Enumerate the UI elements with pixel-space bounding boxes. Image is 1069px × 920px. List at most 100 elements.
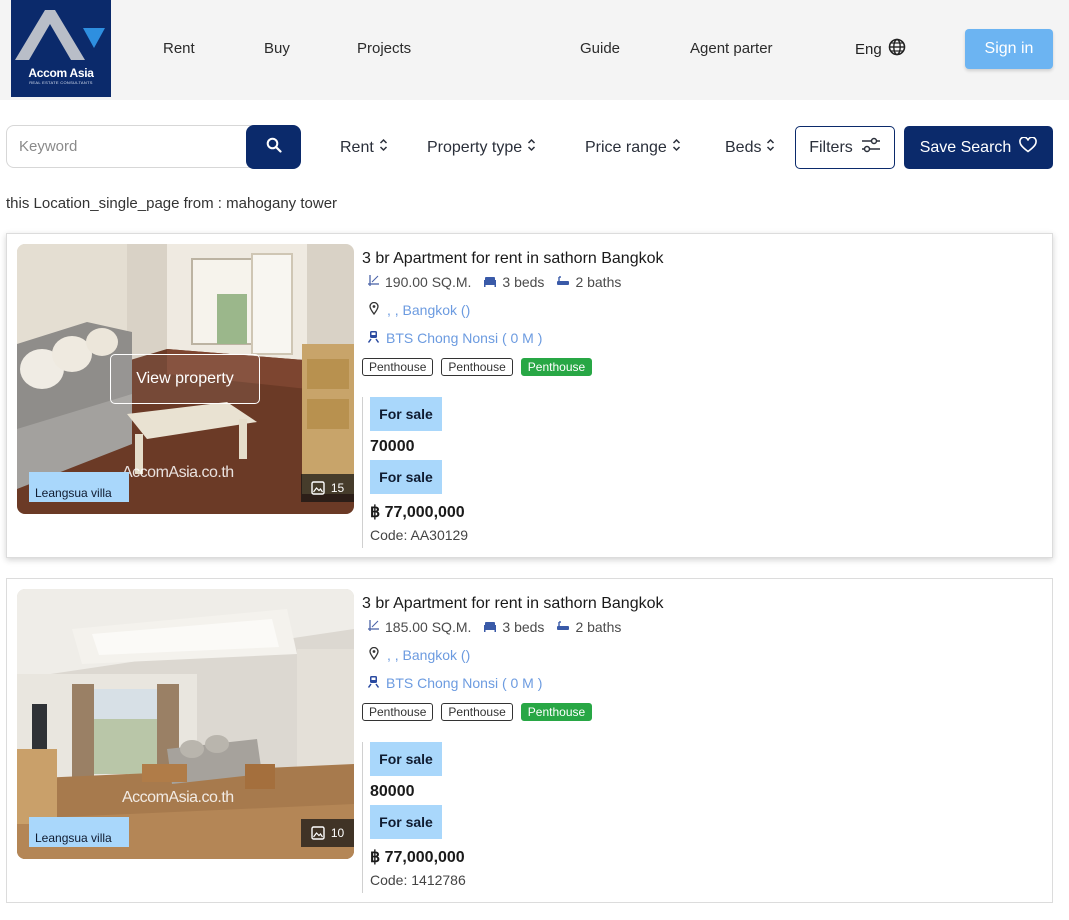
for-sale-badge: For sale — [370, 460, 442, 494]
save-search-label: Save Search — [919, 138, 1012, 156]
property-tag: Penthouse — [441, 703, 513, 721]
bed-icon — [483, 619, 497, 635]
image-icon — [311, 481, 325, 495]
for-sale-badge: For sale — [370, 397, 442, 431]
listing-location[interactable]: , , Bangkok () — [369, 301, 471, 318]
property-type-dropdown[interactable]: Property type — [427, 138, 536, 157]
listing-transit[interactable]: BTS Chong Nonsi ( 0 M ) — [367, 675, 542, 691]
rent-dropdown-label: Rent — [340, 138, 374, 156]
price-divider — [362, 397, 363, 548]
map-pin-icon — [369, 301, 379, 318]
beds-value: 3 beds — [502, 619, 545, 635]
listing-card: View property AccomAsia.co.th Leangsua v… — [6, 233, 1053, 558]
photo-count: 10 — [330, 826, 345, 840]
listing-transit[interactable]: BTS Chong Nonsi ( 0 M ) — [367, 330, 542, 346]
beds-spec: 3 beds — [483, 619, 544, 635]
listing-photo[interactable]: View property AccomAsia.co.th Leangsua v… — [17, 244, 354, 514]
watermark: AccomAsia.co.th — [122, 789, 234, 806]
sliders-icon — [861, 137, 881, 158]
image-icon — [311, 826, 325, 840]
property-tag: Penthouse — [362, 358, 434, 376]
transit-text: BTS Chong Nonsi ( 0 M ) — [386, 330, 543, 346]
area-spec: 190.00 SQ.M. — [367, 274, 471, 290]
nav-buy[interactable]: Buy — [264, 40, 290, 57]
sale-price: ฿ 77,000,000 — [370, 504, 465, 521]
nav-projects[interactable]: Projects — [357, 40, 411, 57]
logo-text: Accom Asia — [28, 66, 94, 80]
listing-code: Code: AA30129 — [370, 527, 469, 543]
for-sale-badge: For sale — [370, 742, 442, 776]
heart-icon — [1019, 136, 1038, 158]
area-value: 190.00 SQ.M. — [385, 274, 472, 290]
area-value: 185.00 SQ.M. — [385, 619, 472, 635]
baths-spec: 2 baths — [556, 619, 621, 635]
property-tag: Penthouse — [441, 358, 513, 376]
view-property-button[interactable]: View property — [110, 354, 260, 404]
search-icon — [266, 137, 282, 157]
train-icon — [367, 675, 380, 691]
nav-rent[interactable]: Rent — [163, 40, 195, 57]
property-tag-highlight: Penthouse — [520, 703, 593, 721]
listing-location[interactable]: , , Bangkok () — [369, 646, 471, 663]
area-icon — [367, 274, 380, 290]
area-spec: 185.00 SQ.M. — [367, 619, 471, 635]
photo-count-badge[interactable]: 10 — [301, 819, 354, 847]
property-tags: Penthouse Penthouse Penthouse — [362, 358, 593, 376]
keyword-search-input[interactable] — [6, 125, 256, 168]
bath-icon — [556, 619, 570, 635]
site-header: Accom Asia REAL ESTATE CONSULTANTS Rent … — [0, 0, 1069, 100]
language-label: Eng — [855, 40, 882, 58]
property-tag-highlight: Penthouse — [520, 358, 593, 376]
rent-price: 70000 — [370, 438, 415, 455]
train-icon — [367, 330, 380, 346]
price-range-label: Price range — [585, 138, 667, 156]
location-text: , , Bangkok () — [387, 302, 471, 318]
rent-price: 80000 — [370, 783, 415, 800]
listing-specs: 190.00 SQ.M. 3 beds 2 baths — [367, 274, 633, 290]
sort-chevron-icon — [527, 138, 536, 157]
listing-card: AccomAsia.co.th Leangsua villa 10 3 br A… — [6, 578, 1053, 903]
logo-subtext: REAL ESTATE CONSULTANTS — [29, 80, 93, 85]
language-selector[interactable]: Eng — [855, 38, 906, 60]
filters-label: Filters — [809, 138, 853, 156]
beds-value: 3 beds — [502, 274, 545, 290]
beds-spec: 3 beds — [483, 274, 544, 290]
photo-count: 15 — [330, 481, 345, 495]
rent-dropdown[interactable]: Rent — [340, 138, 388, 157]
price-divider — [362, 742, 363, 893]
beds-label: Beds — [725, 138, 762, 156]
nav-agent-parter[interactable]: Agent parter — [690, 40, 773, 57]
listing-specs: 185.00 SQ.M. 3 beds 2 baths — [367, 619, 633, 635]
baths-value: 2 baths — [575, 619, 622, 635]
bed-icon — [483, 274, 497, 290]
building-name-badge: Leangsua villa — [29, 472, 129, 502]
sort-chevron-icon — [379, 138, 388, 157]
nav-guide[interactable]: Guide — [580, 40, 620, 57]
building-name-badge: Leangsua villa — [29, 817, 129, 847]
baths-spec: 2 baths — [556, 274, 621, 290]
accom-asia-logo[interactable]: Accom Asia REAL ESTATE CONSULTANTS — [11, 0, 111, 97]
price-range-dropdown[interactable]: Price range — [585, 138, 681, 157]
property-tag: Penthouse — [362, 703, 434, 721]
transit-text: BTS Chong Nonsi ( 0 M ) — [386, 675, 543, 691]
beds-dropdown[interactable]: Beds — [725, 138, 775, 157]
sort-chevron-icon — [766, 138, 775, 157]
sign-in-button[interactable]: Sign in — [965, 29, 1053, 69]
for-sale-badge: For sale — [370, 805, 442, 839]
photo-count-badge[interactable]: 15 — [301, 474, 354, 502]
listing-code: Code: 1412786 — [370, 872, 466, 888]
filters-button[interactable]: Filters — [795, 126, 895, 169]
globe-icon — [888, 38, 906, 60]
area-icon — [367, 619, 380, 635]
sort-chevron-icon — [672, 138, 681, 157]
listing-title[interactable]: 3 br Apartment for rent in sathorn Bangk… — [362, 250, 664, 268]
sale-price: ฿ 77,000,000 — [370, 849, 465, 866]
save-search-button[interactable]: Save Search — [904, 126, 1053, 169]
search-button[interactable] — [246, 125, 301, 169]
location-text: , , Bangkok () — [387, 647, 471, 663]
listing-photo[interactable]: AccomAsia.co.th Leangsua villa 10 — [17, 589, 354, 859]
baths-value: 2 baths — [575, 274, 622, 290]
property-tags: Penthouse Penthouse Penthouse — [362, 703, 593, 721]
property-type-label: Property type — [427, 138, 523, 156]
listing-title[interactable]: 3 br Apartment for rent in sathorn Bangk… — [362, 595, 664, 613]
